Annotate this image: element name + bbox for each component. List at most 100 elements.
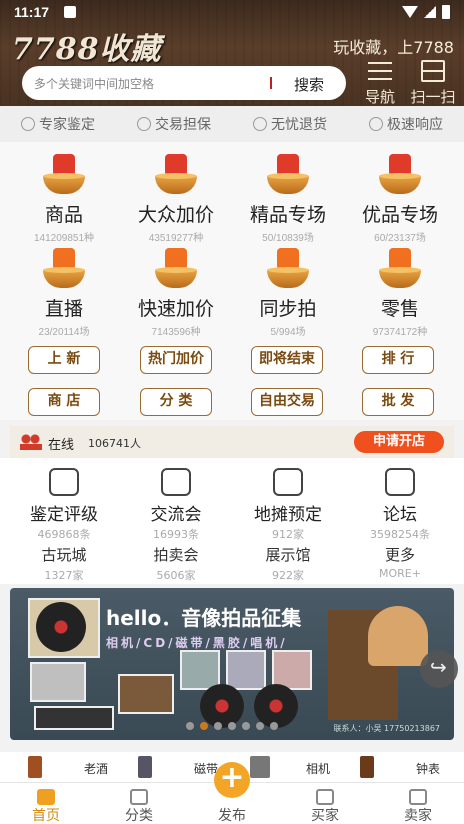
service-gallery[interactable]: 展示馆 922家	[230, 544, 346, 583]
lightning-icon	[369, 117, 383, 131]
star-icon	[377, 150, 423, 196]
vinyl-image	[36, 602, 86, 652]
gavel-icon	[153, 150, 199, 196]
search-placeholder: 多个关键词中间加空格	[34, 77, 155, 91]
tape-image	[226, 650, 266, 690]
category-retail[interactable]: 零售 97374172种	[342, 244, 458, 338]
banner-subtitle: 相机/CD/磁带/黑胶/唱机/	[106, 636, 288, 650]
expert-icon	[21, 117, 35, 131]
scan-button[interactable]: 扫一扫	[408, 60, 458, 107]
share-icon[interactable]	[420, 650, 458, 688]
tab-seller[interactable]: 卖家	[372, 783, 464, 824]
category-premium[interactable]: 优品专场 60/23137场	[342, 150, 458, 244]
publish-plus-icon[interactable]: +	[214, 762, 250, 798]
clock-thumb	[360, 756, 374, 778]
service-auction-house[interactable]: 拍卖会 5606家	[118, 544, 234, 583]
strip-item-liquor[interactable]: 老酒	[84, 760, 108, 777]
app-root: 11:17 7788收藏 玩收藏，上7788 多个关键词中间加空格 搜索 导航 …	[0, 0, 464, 824]
cart-icon	[377, 244, 423, 290]
tab-home[interactable]: 首页	[0, 783, 92, 824]
carousel-dot[interactable]	[228, 722, 236, 730]
stamp-icon	[49, 468, 79, 496]
features-bar: 专家鉴定 交易担保 无忧退货 极速响应	[0, 106, 464, 142]
diamond-icon	[265, 150, 311, 196]
shield-icon	[137, 117, 151, 131]
shop-icon	[409, 789, 427, 805]
carousel-dot[interactable]	[256, 722, 264, 730]
wholesale-button[interactable]: 批 发	[362, 388, 434, 416]
services-panel: 鉴定评级 469868条 交流会 16993条 地摊预定 912家 论坛 359…	[0, 458, 464, 584]
hot-bid-button[interactable]: 热门加价	[140, 346, 212, 374]
list-search-icon	[130, 789, 148, 805]
battery-icon	[442, 5, 450, 19]
people-icon	[161, 468, 191, 496]
sync-icon	[265, 244, 311, 290]
strip-item-camera[interactable]: 相机	[306, 760, 330, 777]
tab-category[interactable]: 分类	[93, 783, 185, 824]
category-goods[interactable]: 商品 141209851种	[6, 150, 122, 244]
app-logo: 7788收藏	[12, 32, 162, 67]
carousel-dot[interactable]	[270, 722, 278, 730]
tape-thumb	[138, 756, 152, 778]
projector-image	[118, 674, 174, 714]
category-boutique[interactable]: 精品专场 50/10839场	[230, 150, 346, 244]
users-icon	[20, 434, 42, 450]
feature-expert: 专家鉴定	[21, 114, 95, 134]
categories-button[interactable]: 分 类	[140, 388, 212, 416]
live-icon	[41, 244, 87, 290]
feature-guarantee: 交易担保	[137, 114, 211, 134]
shops-button[interactable]: 商 店	[28, 388, 100, 416]
refund-icon	[253, 117, 267, 131]
search-caret	[270, 77, 272, 89]
carousel-dot-active[interactable]	[200, 722, 208, 730]
promo-banner[interactable]: hello．音像拍品征集 相机/CD/磁带/黑胶/唱机/ 联系人：小吴 1775…	[10, 588, 454, 740]
scan-label: 扫一扫	[410, 88, 456, 106]
user-icon	[316, 789, 334, 805]
carousel-dot[interactable]	[242, 722, 250, 730]
new-arrivals-button[interactable]: 上 新	[28, 346, 100, 374]
lamp-image	[368, 606, 428, 666]
service-appraisal[interactable]: 鉴定评级 469868条	[6, 468, 122, 542]
category-sync-auction[interactable]: 同步拍 5/994场	[230, 244, 346, 338]
banner-contact: 联系人：小吴 17750213867	[333, 724, 440, 733]
service-forum[interactable]: 论坛 3598254条	[342, 468, 458, 542]
carousel-dot[interactable]	[186, 722, 194, 730]
wifi-icon	[402, 6, 418, 18]
service-exchange[interactable]: 交流会 16993条	[118, 468, 234, 542]
liquor-thumb	[28, 756, 42, 778]
bag-icon	[41, 150, 87, 196]
notification-icon	[64, 6, 76, 18]
carousel-dots	[186, 722, 278, 730]
ranking-button[interactable]: 排 行	[362, 346, 434, 374]
online-bar: 在线 106741人 申请开店	[10, 426, 454, 458]
ending-soon-button[interactable]: 即将结束	[251, 346, 323, 374]
camera-thumb	[250, 756, 270, 778]
scan-icon	[421, 60, 445, 82]
tab-buyer[interactable]: 买家	[279, 783, 371, 824]
status-bar: 11:17	[0, 0, 464, 26]
open-shop-button[interactable]: 申请开店	[354, 431, 444, 453]
teapot-icon	[273, 468, 303, 496]
search-button[interactable]: 搜索	[294, 74, 324, 95]
feature-refund: 无忧退货	[253, 114, 327, 134]
service-stall-booking[interactable]: 地摊预定 912家	[230, 468, 346, 542]
service-antique-city[interactable]: 古玩城 1327家	[6, 544, 122, 583]
category-live[interactable]: 直播 23/20114场	[6, 244, 122, 338]
lightning-icon	[153, 244, 199, 290]
nav-label: 导航	[364, 88, 395, 106]
menu-icon	[368, 60, 392, 82]
header: 11:17 7788收藏 玩收藏，上7788 多个关键词中间加空格 搜索 导航 …	[0, 0, 464, 106]
home-icon	[37, 789, 55, 805]
online-label: 在线	[48, 438, 75, 453]
nav-button[interactable]: 导航	[362, 60, 398, 107]
search-input[interactable]: 多个关键词中间加空格 搜索	[22, 66, 346, 100]
camera-image	[30, 662, 86, 702]
boombox-image	[34, 706, 114, 730]
carousel-dot[interactable]	[214, 722, 222, 730]
category-quick-bid[interactable]: 快速加价 7143596种	[118, 244, 234, 338]
service-more[interactable]: 更多 MORE+	[342, 544, 458, 580]
free-trade-button[interactable]: 自由交易	[251, 388, 323, 416]
strip-item-clock[interactable]: 钟表	[416, 760, 440, 777]
category-public-bid[interactable]: 大众加价 43519277种	[118, 150, 234, 244]
online-count: 106741人	[88, 437, 141, 450]
